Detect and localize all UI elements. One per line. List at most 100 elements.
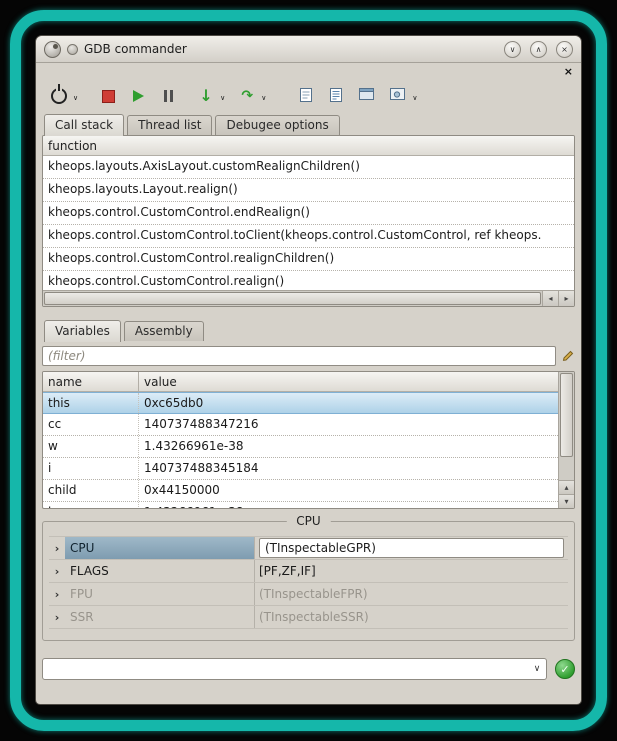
tab-call-stack[interactable]: Call stack (44, 114, 124, 136)
horizontal-scrollbar[interactable]: ◂ ▸ (43, 290, 574, 306)
cpu-groupbox-title: CPU (286, 514, 330, 528)
call-stack-panel: function kheops.layouts.AxisLayout.custo… (42, 135, 575, 307)
expander-icon[interactable]: › (49, 560, 65, 582)
tab-assembly[interactable]: Assembly (124, 321, 204, 341)
tab-debugee-options[interactable]: Debugee options (215, 115, 339, 135)
variable-row[interactable]: w 1.43266961e-38 (43, 436, 558, 458)
expander-icon[interactable]: › (49, 537, 65, 559)
variable-row[interactable]: b 1.43266961e-38 (43, 502, 558, 508)
column-header-name[interactable]: name (43, 372, 139, 391)
dock-header: × (36, 63, 581, 79)
scroll-right-button[interactable]: ▸ (558, 291, 574, 306)
power-dropdown-button[interactable]: ∨ (70, 87, 81, 113)
step-over-dropdown-button[interactable]: ∨ (258, 87, 269, 113)
send-command-button[interactable]: ✓ (555, 659, 575, 679)
window-title: GDB commander (84, 42, 187, 56)
command-dropdown-button[interactable]: ∨ (528, 664, 546, 674)
register-value-editor[interactable]: (TInspectableGPR) (259, 538, 564, 558)
process-view-button[interactable] (386, 83, 409, 109)
register-group-value: (TInspectableFPR) (255, 583, 568, 605)
variable-value: 0xc65db0 (139, 393, 558, 413)
close-button[interactable]: × (556, 41, 573, 58)
stop-icon (102, 90, 115, 103)
variable-value: 140737488347216 (139, 414, 558, 435)
step-over-icon: ↷ (241, 89, 253, 103)
command-combobox[interactable]: ∨ (42, 658, 547, 680)
register-group-name: FLAGS (65, 560, 255, 582)
close-icon: × (561, 45, 568, 54)
call-stack-row[interactable]: kheops.control.CustomControl.endRealign(… (43, 202, 574, 225)
run-icon (133, 90, 144, 102)
variable-name: this (43, 393, 139, 413)
variable-value: 1.43266961e-38 (139, 502, 558, 508)
cpu-register-row[interactable]: › SSR (TInspectableSSR) (49, 606, 568, 629)
filter-input[interactable] (42, 346, 556, 366)
vertical-scrollbar-thumb[interactable] (560, 373, 573, 457)
variables-header: name value (43, 372, 558, 392)
call-stack-row[interactable]: kheops.control.CustomControl.toClient(kh… (43, 225, 574, 248)
maximize-button[interactable]: ∧ (530, 41, 547, 58)
variable-name: b (43, 502, 139, 508)
filter-pen-icon (561, 348, 575, 365)
tab-thread-list[interactable]: Thread list (127, 115, 212, 135)
cpu-register-row[interactable]: › CPU (TInspectableGPR) (49, 537, 568, 560)
call-stack-row[interactable]: kheops.layouts.Layout.realign() (43, 179, 574, 202)
inspect-tabbar: Variables Assembly (36, 319, 581, 341)
minimize-button[interactable]: ∨ (504, 41, 521, 58)
call-stack-column-header[interactable]: function (43, 136, 574, 156)
variable-value: 0x44150000 (139, 480, 558, 501)
step-into-button[interactable]: ↓ (195, 83, 217, 109)
open-source-button[interactable] (295, 83, 317, 109)
variable-row[interactable]: cc 140737488347216 (43, 414, 558, 436)
stop-button[interactable] (97, 83, 119, 109)
call-stack-row[interactable]: kheops.control.CustomControl.realignChil… (43, 248, 574, 271)
register-group-value: (TInspectableGPR) (255, 537, 568, 559)
expander-icon[interactable]: › (49, 606, 65, 628)
step-into-dropdown-button[interactable]: ∨ (217, 87, 228, 113)
scroll-down-button[interactable]: ▾ (559, 494, 574, 508)
cpu-register-row[interactable]: › FPU (TInspectableFPR) (49, 583, 568, 606)
pause-button[interactable] (157, 83, 179, 109)
cpu-register-row[interactable]: › FLAGS [PF,ZF,IF] (49, 560, 568, 583)
app-icon (44, 41, 61, 58)
call-stack-row[interactable]: kheops.control.CustomControl.realign() (43, 271, 574, 290)
run-button[interactable] (127, 83, 149, 109)
scroll-left-button[interactable]: ◂ (542, 291, 558, 306)
gdb-commander-window: GDB commander ∨ ∧ × × ∨ (36, 36, 581, 704)
vertical-scrollbar[interactable]: ▴ ▾ (558, 372, 574, 508)
variable-value: 1.43266961e-38 (139, 436, 558, 457)
panel-close-button[interactable]: × (564, 66, 573, 77)
variable-row[interactable]: i 140737488345184 (43, 458, 558, 480)
pause-icon (164, 90, 173, 102)
filter-edit-button[interactable] (561, 348, 575, 365)
process-view-dropdown-button[interactable]: ∨ (409, 87, 420, 113)
column-header-value[interactable]: value (139, 372, 558, 391)
step-into-icon: ↓ (199, 88, 212, 104)
step-over-button[interactable]: ↷ (236, 83, 258, 109)
variables-table: name value this 0xc65db0 cc 140737488347… (43, 372, 558, 508)
source-doc-icon (298, 87, 314, 106)
output-list-button[interactable] (325, 83, 347, 109)
power-button[interactable] (48, 83, 70, 109)
register-group-name: FPU (65, 583, 255, 605)
maximize-icon: ∧ (536, 45, 542, 54)
variable-row[interactable]: child 0x44150000 (43, 480, 558, 502)
register-group-name: CPU (65, 537, 255, 559)
power-icon (51, 88, 67, 104)
variable-name: cc (43, 414, 139, 435)
scroll-up-button[interactable]: ▴ (559, 480, 574, 494)
horizontal-scrollbar-thumb[interactable] (44, 292, 541, 305)
variable-row[interactable]: this 0xc65db0 (43, 392, 558, 414)
variable-name: child (43, 480, 139, 501)
titlebar[interactable]: GDB commander ∨ ∧ × (36, 36, 581, 63)
tab-variables[interactable]: Variables (44, 320, 121, 342)
register-group-value: [PF,ZF,IF] (255, 560, 568, 582)
register-group-name: SSR (65, 606, 255, 628)
command-input[interactable] (43, 662, 528, 676)
memory-view-button[interactable] (355, 83, 378, 109)
expander-icon[interactable]: › (49, 583, 65, 605)
call-stack-row[interactable]: kheops.layouts.AxisLayout.customRealignC… (43, 156, 574, 179)
minimize-icon: ∨ (510, 45, 516, 54)
debug-toolbar: ∨ ↓ ∨ ↷ ∨ (36, 79, 581, 113)
vertical-scrollbar-track[interactable] (559, 458, 574, 480)
